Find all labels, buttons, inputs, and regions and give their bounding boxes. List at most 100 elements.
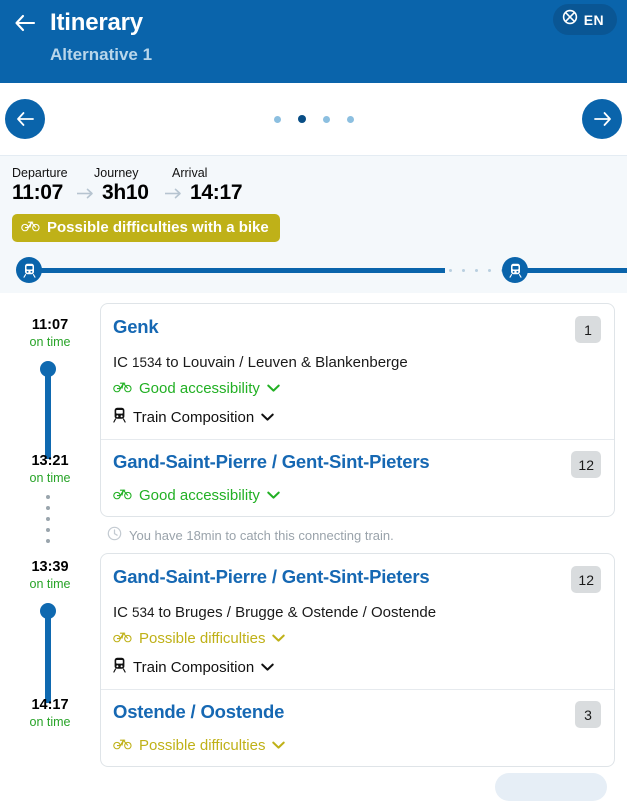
bike-difficulty-badge[interactable]: Possible difficulties with a bike — [12, 214, 280, 242]
itinerary-content: 11:07 on time 13:21 on time 13:39 on tim… — [0, 293, 627, 801]
chevron-down-icon[interactable] — [261, 409, 274, 426]
language-code: EN — [583, 11, 604, 28]
app-header: Itinerary Alternative 1 EN — [0, 0, 627, 83]
arrow-left-icon[interactable] — [14, 12, 36, 34]
bicycle-icon — [21, 219, 40, 236]
train-code: IC — [113, 354, 128, 371]
progress-segment-1 — [34, 268, 445, 273]
origin-station-name[interactable]: Genk — [113, 316, 159, 338]
train-icon — [113, 407, 126, 427]
train-service-line: IC 1534 to Louvain / Leuven & Blankenberge — [113, 354, 601, 371]
train-service-line: IC 534 to Bruges / Brugge & Ostende / Ooste… — [113, 604, 601, 621]
train-destination: Louvain / Leuven & Blankenberge — [182, 354, 408, 371]
timeline-status: on time — [29, 335, 71, 349]
chevron-down-icon[interactable] — [261, 659, 274, 676]
arrow-right-icon — [593, 112, 611, 126]
accessibility-label: Possible difficulties — [139, 630, 266, 647]
leg-card-1: Genk 1 IC 1534 to Louvain / Leuven & Blanke… — [100, 303, 615, 517]
leg-arrival-block: Ostende / Oostende 3 Possible difficulti… — [113, 690, 601, 754]
arrival-accessibility-row[interactable]: Good accessibility — [113, 487, 601, 504]
chevron-down-icon[interactable] — [267, 487, 280, 504]
train-icon — [508, 263, 522, 278]
alternatives-carousel — [0, 83, 627, 155]
train-composition-label: Train Composition — [133, 408, 255, 426]
origin-platform-badge: 12 — [571, 566, 601, 593]
summary-values: 11:07 3h10 14:17 — [12, 181, 615, 205]
arrival-platform-badge: 12 — [571, 451, 601, 478]
accessibility-label: Good accessibility — [139, 487, 260, 504]
bike-badge-label: Possible difficulties with a bike — [47, 219, 269, 236]
train-icon — [113, 657, 126, 677]
timeline-line-1 — [45, 367, 51, 459]
summary-labels: Departure Journey Arrival — [12, 166, 615, 180]
timeline-status: on time — [29, 715, 71, 729]
journey-summary: Departure Journey Arrival 11:07 3h10 14:… — [0, 155, 627, 293]
leg-arrival-block: Gand-Saint-Pierre / Gent-Sint-Pieters 12 — [113, 440, 601, 504]
origin-station-name[interactable]: Gand-Saint-Pierre / Gent-Sint-Pieters — [113, 566, 430, 588]
arrow-left-icon — [16, 112, 34, 126]
header-top-row: Itinerary — [14, 6, 613, 40]
bottom-action-button[interactable] — [495, 773, 607, 801]
train-number: 534 — [132, 605, 155, 620]
timeline-time: 14:17 — [31, 697, 69, 713]
chevron-down-icon[interactable] — [272, 630, 286, 647]
timeline-status: on time — [29, 471, 71, 485]
connection-note-text: You have 18min to catch this connecting … — [129, 527, 394, 543]
connection-note: You have 18min to catch this connecting … — [100, 517, 615, 553]
globe-icon — [562, 9, 578, 30]
train-number: 1534 — [132, 355, 163, 370]
departure-label: Departure — [12, 166, 68, 180]
clock-icon — [107, 526, 122, 544]
carousel-dot-4[interactable] — [346, 115, 354, 123]
timeline-stop-1: 11:07 on time — [0, 317, 100, 349]
leg-origin-block: Gand-Saint-Pierre / Gent-Sint-Pieters 12… — [113, 566, 601, 677]
origin-train-composition-row[interactable]: Train Composition — [113, 407, 601, 427]
timeline-time: 13:39 — [31, 559, 69, 575]
accessibility-label: Possible difficulties — [139, 737, 266, 754]
arrow-right-icon-2 — [164, 188, 182, 199]
timeline-time: 13:21 — [31, 453, 69, 469]
to-label: to — [158, 604, 172, 621]
arrival-station-name[interactable]: Ostende / Oostende — [113, 701, 284, 723]
progress-node-transfer[interactable] — [502, 257, 528, 283]
previous-alternative-button[interactable] — [5, 99, 45, 139]
bicycle-icon — [113, 487, 132, 504]
bicycle-icon — [113, 380, 132, 397]
train-icon — [22, 263, 36, 278]
origin-platform-badge: 1 — [575, 316, 601, 343]
bicycle-icon — [113, 630, 132, 647]
legs-list: Genk 1 IC 1534 to Louvain / Leuven & Blanke… — [100, 303, 627, 801]
journey-duration: 3h10 — [102, 181, 149, 204]
carousel-dot-2[interactable] — [297, 115, 306, 123]
carousel-dot-1[interactable] — [273, 115, 281, 123]
bicycle-icon — [113, 737, 132, 754]
timeline-stop-4: 14:17 on time — [0, 697, 100, 729]
next-alternative-button[interactable] — [582, 99, 622, 139]
carousel-dots — [273, 115, 354, 123]
leg-card-2: Gand-Saint-Pierre / Gent-Sint-Pieters 12… — [100, 553, 615, 767]
origin-accessibility-row[interactable]: Good accessibility — [113, 380, 601, 397]
origin-train-composition-row[interactable]: Train Composition — [113, 657, 601, 677]
chevron-down-icon[interactable] — [267, 380, 280, 397]
origin-accessibility-row[interactable]: Possible difficulties — [113, 630, 601, 647]
progress-segment-2 — [527, 268, 627, 273]
leg-origin-header: Gand-Saint-Pierre / Gent-Sint-Pieters 12 — [113, 566, 601, 593]
leg-origin-block: Genk 1 IC 1534 to Louvain / Leuven & Blanke… — [113, 316, 601, 427]
arrival-label: Arrival — [172, 166, 208, 180]
language-selector[interactable]: EN — [552, 4, 617, 35]
arrival-accessibility-row[interactable]: Possible difficulties — [113, 737, 601, 754]
arrival-platform-badge: 3 — [575, 701, 601, 728]
timeline-status: on time — [29, 577, 71, 591]
journey-label: Journey — [94, 166, 139, 180]
page-title: Itinerary — [50, 9, 143, 36]
arrival-station-name[interactable]: Gand-Saint-Pierre / Gent-Sint-Pieters — [113, 451, 430, 473]
arrow-right-icon — [76, 188, 94, 199]
to-label: to — [166, 354, 179, 371]
leg-arrival-header: Gand-Saint-Pierre / Gent-Sint-Pieters 12 — [113, 451, 601, 478]
leg-arrival-header: Ostende / Oostende 3 — [113, 701, 601, 728]
carousel-dot-3[interactable] — [322, 115, 330, 123]
accessibility-label: Good accessibility — [139, 380, 260, 397]
timeline-time: 11:07 — [31, 317, 69, 333]
chevron-down-icon[interactable] — [272, 737, 286, 754]
progress-node-origin[interactable] — [16, 257, 42, 283]
